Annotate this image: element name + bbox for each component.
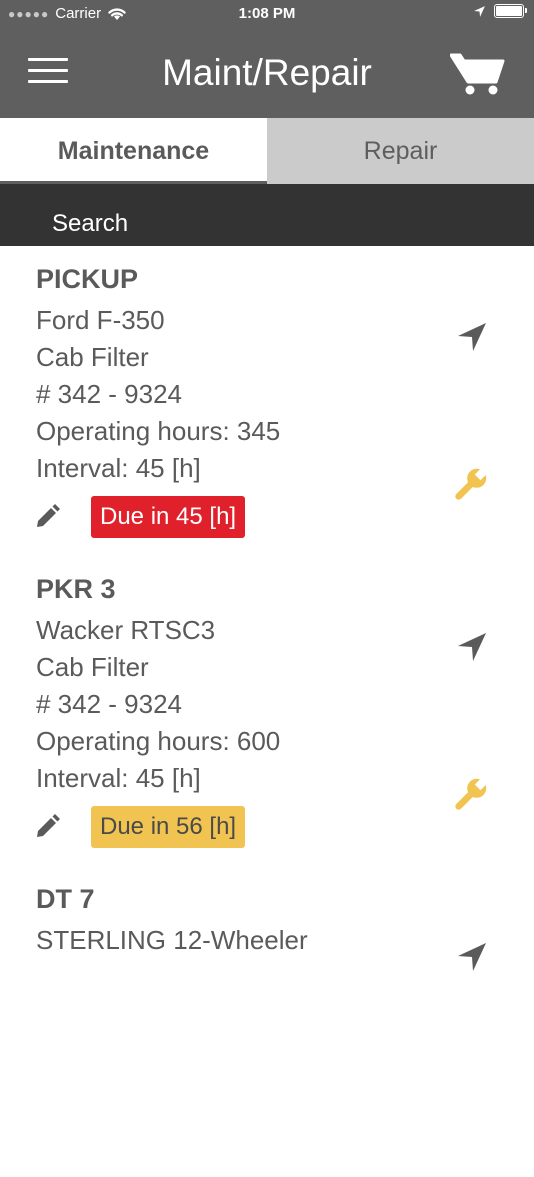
navigation-arrow-icon[interactable] bbox=[456, 631, 488, 663]
tab-bar: Maintenance Repair bbox=[0, 118, 534, 184]
due-badge: Due in 56 [h] bbox=[91, 806, 246, 848]
part-name: Cab Filter bbox=[36, 342, 149, 372]
status-bar: ●●●●● Carrier 1:08 PM bbox=[0, 0, 534, 28]
equipment-model: Ford F-350 bbox=[36, 305, 165, 335]
search-input[interactable] bbox=[52, 210, 492, 238]
pencil-icon[interactable] bbox=[34, 814, 60, 840]
list-item[interactable]: DT 7 STERLING 12-Wheeler bbox=[0, 867, 534, 1177]
equipment-name: PICKUP bbox=[36, 264, 139, 294]
part-name: Cab Filter bbox=[36, 652, 149, 682]
wrench-icon[interactable] bbox=[452, 465, 490, 503]
equipment-name: PKR 3 bbox=[36, 574, 116, 604]
search-bar bbox=[0, 184, 534, 246]
list-item[interactable]: PKR 3 Wacker RTSC3 Cab Filter # 342 - 93… bbox=[0, 557, 534, 868]
tab-repair[interactable]: Repair bbox=[267, 118, 534, 184]
list-item[interactable]: PICKUP Ford F-350 Cab Filter # 342 - 932… bbox=[0, 247, 534, 558]
wrench-icon[interactable] bbox=[452, 775, 490, 813]
battery-icon bbox=[494, 4, 527, 18]
cart-button[interactable] bbox=[449, 50, 506, 96]
service-interval: Interval: 45 [h] bbox=[36, 453, 201, 483]
service-interval: Interval: 45 [h] bbox=[36, 763, 201, 793]
navigation-arrow-icon[interactable] bbox=[456, 321, 488, 353]
cart-icon bbox=[449, 53, 505, 95]
equipment-model: Wacker RTSC3 bbox=[36, 615, 216, 645]
due-badge: Due in 45 [h] bbox=[91, 496, 246, 538]
part-number: # 342 - 9324 bbox=[36, 689, 183, 719]
operating-hours: Operating hours: 600 bbox=[36, 726, 281, 756]
equipment-name: DT 7 bbox=[36, 884, 95, 914]
status-time: 1:08 PM bbox=[238, 5, 296, 22]
tab-maintenance[interactable]: Maintenance bbox=[0, 118, 267, 184]
location-icon bbox=[474, 5, 485, 17]
equipment-model: STERLING 12-Wheeler bbox=[36, 925, 308, 955]
status-right bbox=[473, 4, 527, 18]
pencil-icon[interactable] bbox=[34, 504, 60, 530]
app-header: ●●●●● Carrier 1:08 PM Maint/Repair bbox=[0, 0, 534, 118]
part-number: # 342 - 9324 bbox=[36, 379, 183, 409]
operating-hours: Operating hours: 345 bbox=[36, 416, 281, 446]
navigation-arrow-icon[interactable] bbox=[456, 941, 488, 973]
